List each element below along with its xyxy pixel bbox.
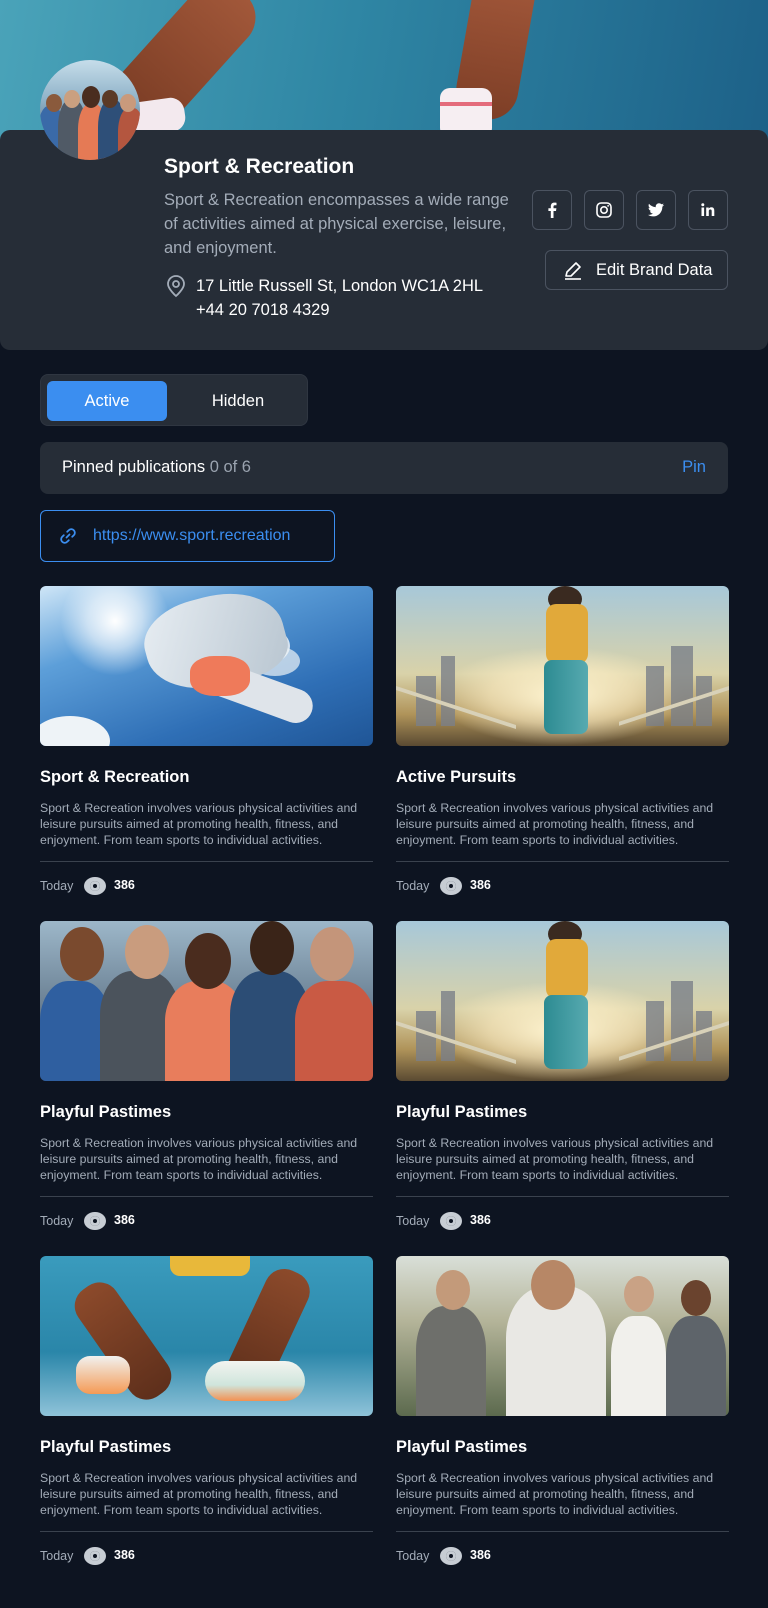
- facebook-button[interactable]: [532, 190, 572, 230]
- twitter-button[interactable]: [636, 190, 676, 230]
- eye-icon: [440, 1212, 462, 1230]
- pinned-publications-bar: Pinned publications 0 of 6 Pin: [40, 442, 728, 494]
- publication-title: Playful Pastimes: [40, 1438, 172, 1456]
- publication-description: Sport & Recreation involves various phys…: [40, 1136, 358, 1182]
- publication-card[interactable]: Active Pursuits Sport & Recreation invol…: [396, 586, 729, 906]
- publication-description: Sport & Recreation involves various phys…: [396, 801, 714, 847]
- publication-description: Sport & Recreation involves various phys…: [396, 1471, 714, 1517]
- instagram-icon: [596, 202, 612, 218]
- divider: [40, 861, 373, 862]
- publication-date: Today: [396, 1549, 430, 1563]
- eye-icon: [440, 1547, 462, 1565]
- publication-image: [396, 586, 729, 746]
- brand-name: Sport & Recreation: [164, 155, 355, 178]
- divider: [396, 1196, 729, 1197]
- visibility-tabs: Active Hidden: [40, 374, 308, 426]
- publication-image: [396, 1256, 729, 1416]
- publication-date: Today: [40, 1549, 74, 1563]
- eye-icon: [84, 1212, 106, 1230]
- edit-brand-data-button[interactable]: Edit Brand Data: [545, 250, 728, 290]
- publication-views: 386: [470, 1213, 491, 1227]
- pinned-publications-count: 0 of 6: [209, 458, 251, 476]
- publication-card[interactable]: Playful Pastimes Sport & Recreation invo…: [396, 1256, 729, 1576]
- publication-title: Playful Pastimes: [396, 1103, 528, 1121]
- divider: [40, 1531, 373, 1532]
- publication-card[interactable]: Playful Pastimes Sport & Recreation invo…: [40, 1256, 373, 1576]
- publication-card[interactable]: Sport & Recreation Sport & Recreation in…: [40, 586, 373, 906]
- publication-date: Today: [40, 1214, 74, 1228]
- publication-title: Active Pursuits: [396, 768, 517, 786]
- publication-title: Sport & Recreation: [40, 768, 190, 786]
- website-link[interactable]: https://www.sport.recreation: [40, 510, 335, 562]
- publication-views: 386: [114, 1213, 135, 1227]
- publication-title: Playful Pastimes: [396, 1438, 528, 1456]
- brand-avatar: [40, 60, 140, 160]
- edit-brand-data-label: Edit Brand Data: [596, 260, 713, 279]
- publication-description: Sport & Recreation involves various phys…: [40, 1471, 358, 1517]
- publication-views: 386: [470, 878, 491, 892]
- pinned-publications-label: Pinned publications: [62, 458, 206, 476]
- publication-views: 386: [470, 1548, 491, 1562]
- location-pin-icon: [167, 275, 185, 298]
- link-icon: [60, 528, 76, 544]
- website-url: https://www.sport.recreation: [93, 527, 291, 544]
- publication-date: Today: [396, 1214, 430, 1228]
- brand-address: 17 Little Russell St, London WC1A 2HL: [196, 277, 484, 295]
- linkedin-button[interactable]: [688, 190, 728, 230]
- divider: [40, 1196, 373, 1197]
- publication-image: [40, 921, 373, 1081]
- publication-card[interactable]: Playful Pastimes Sport & Recreation invo…: [396, 921, 729, 1241]
- publication-views: 386: [114, 1548, 135, 1562]
- tab-active[interactable]: Active: [47, 381, 167, 421]
- publication-image: [40, 1256, 373, 1416]
- publication-views: 386: [114, 878, 135, 892]
- publication-description: Sport & Recreation involves various phys…: [396, 1136, 714, 1182]
- twitter-icon: [648, 203, 664, 217]
- divider: [396, 1531, 729, 1532]
- publication-card[interactable]: Playful Pastimes Sport & Recreation invo…: [40, 921, 373, 1241]
- publication-date: Today: [40, 879, 74, 893]
- divider: [396, 861, 729, 862]
- pin-button[interactable]: Pin: [682, 458, 706, 477]
- publication-date: Today: [396, 879, 430, 893]
- eye-icon: [84, 877, 106, 895]
- publication-title: Playful Pastimes: [40, 1103, 172, 1121]
- publication-image: [40, 586, 373, 746]
- linkedin-icon: [701, 203, 715, 216]
- eye-icon: [440, 877, 462, 895]
- pencil-icon: [565, 262, 581, 280]
- tab-hidden[interactable]: Hidden: [175, 381, 301, 421]
- brand-phone: +44 20 7018 4329: [196, 301, 330, 319]
- publication-description: Sport & Recreation involves various phys…: [40, 801, 358, 847]
- facebook-icon: [548, 202, 557, 218]
- publication-image: [396, 921, 729, 1081]
- instagram-button[interactable]: [584, 190, 624, 230]
- brand-description: Sport & Recreation encompasses a wide ra…: [164, 191, 509, 257]
- eye-icon: [84, 1547, 106, 1565]
